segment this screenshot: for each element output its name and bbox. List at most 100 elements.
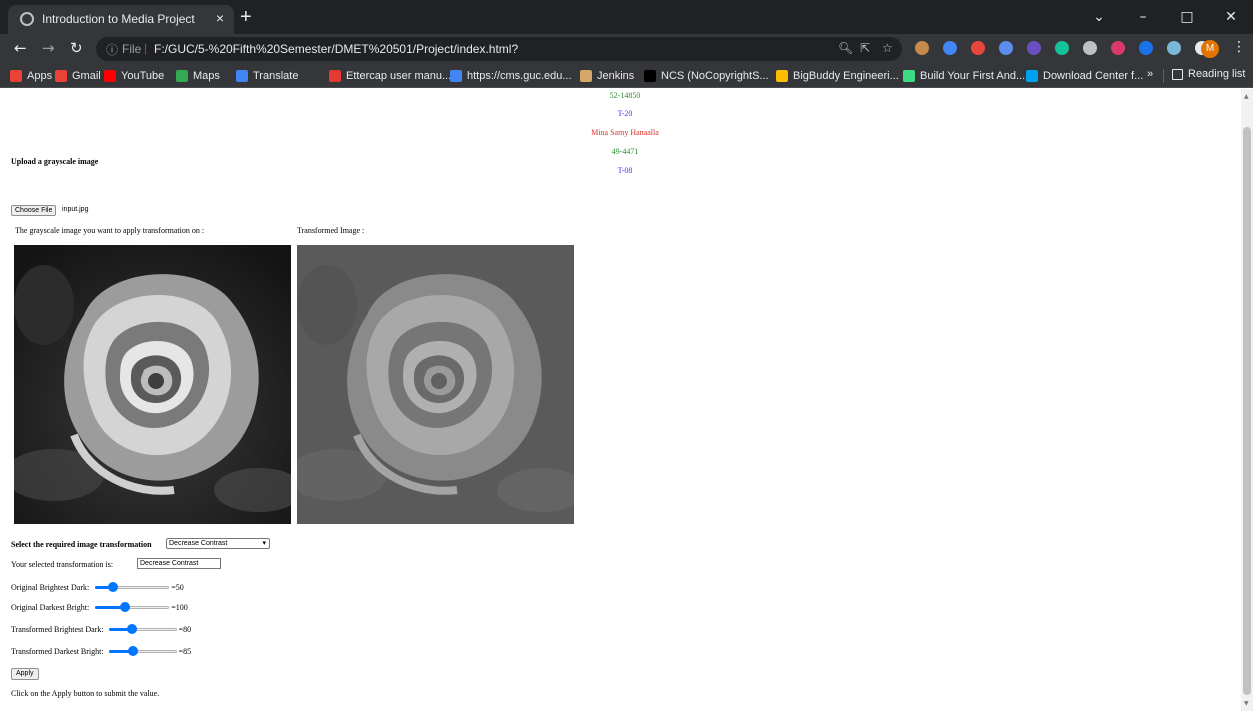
bookmark-jenkins[interactable]: Jenkins xyxy=(580,68,634,84)
bookmark-apps[interactable]: Apps xyxy=(10,68,52,84)
transformed-rose-image xyxy=(297,245,574,524)
student-info-line: T-08 xyxy=(617,166,633,175)
scroll-up-arrow-icon[interactable]: ▲ xyxy=(1244,93,1249,100)
close-tab-icon[interactable]: × xyxy=(216,10,224,26)
transformed-brightest-dark-slider[interactable] xyxy=(108,623,177,635)
info-icon[interactable]: ⓘ xyxy=(106,41,118,58)
tab-search-icon[interactable]: ⌄ xyxy=(1077,9,1121,25)
maximize-icon[interactable]: □ xyxy=(1165,9,1209,25)
slider-knob[interactable] xyxy=(127,646,138,656)
reading-list-icon xyxy=(1172,68,1183,80)
choose-file-button[interactable]: Choose File xyxy=(11,205,57,216)
slider-knob[interactable] xyxy=(107,582,118,592)
bookmark-cms[interactable]: https://cms.guc.edu... xyxy=(450,68,572,84)
slider-value: =100 xyxy=(171,602,188,612)
new-tab-button[interactable]: + xyxy=(240,5,252,29)
bookmark-label: Translate xyxy=(253,70,299,82)
transformed-darkest-bright-slider[interactable] xyxy=(108,645,177,657)
share-icon[interactable]: ⇱ xyxy=(860,41,870,55)
more-bookmarks-chevron-icon[interactable]: » xyxy=(1147,68,1153,80)
check-extension-icon[interactable] xyxy=(1083,41,1097,55)
bookmark-label: Gmail xyxy=(72,70,101,82)
bookmark-ncs[interactable]: NCS (NoCopyrightS... xyxy=(644,68,769,84)
bookmark-label: Apps xyxy=(27,70,53,82)
cookie-extension-icon[interactable] xyxy=(915,41,929,55)
transformation-select[interactable]: Decrease Contrast ▾ xyxy=(166,538,270,549)
browser-tab-strip: Introduction to Media Project × + ⌄ – □ … xyxy=(0,0,1253,34)
translate-icon xyxy=(236,70,248,82)
k-extension-icon[interactable] xyxy=(1111,41,1125,55)
profile-avatar[interactable]: M xyxy=(1201,40,1219,58)
bookmark-android[interactable]: Build Your First And... xyxy=(903,68,1025,84)
rose-picture xyxy=(14,245,291,524)
zoom-icon[interactable]: 🔍︎ xyxy=(838,41,853,55)
slider-row-transformed-brightest-dark: Transformed Brightest Dark: =80 xyxy=(11,623,191,635)
original-brightest-dark-slider[interactable] xyxy=(95,581,170,593)
address-bar[interactable]: ⓘ File | F:/GUC/5-%20Fifth%20Semester/DM… xyxy=(96,37,902,61)
original-rose-image xyxy=(14,245,291,524)
reading-list-button[interactable]: Reading list xyxy=(1172,68,1245,80)
scrollbar-thumb[interactable] xyxy=(1243,127,1251,695)
search-extension-icon[interactable] xyxy=(943,41,957,55)
forward-icon[interactable]: → xyxy=(42,39,55,57)
student-info-line: 52-14850 xyxy=(609,91,641,100)
page-scrollbar[interactable]: ▲ ▼ xyxy=(1241,89,1253,711)
translate-extension-icon[interactable] xyxy=(1139,41,1153,55)
url-scheme: File xyxy=(122,42,142,56)
more-menu-icon[interactable]: ⋮ xyxy=(1232,39,1246,55)
original-image-caption: The grayscale image you want to apply tr… xyxy=(15,226,205,235)
bookmark-bigbuddy[interactable]: BigBuddy Engineeri... xyxy=(776,68,899,84)
bookmark-star-icon[interactable]: ☆ xyxy=(882,41,893,55)
original-darkest-bright-slider[interactable] xyxy=(95,601,170,613)
browser-tab[interactable]: Introduction to Media Project × xyxy=(8,5,234,34)
page-viewport: 52-14850 T-20 Mina Samy Hanaalla 49-4471… xyxy=(0,89,1241,711)
bookmark-download-center[interactable]: Download Center f... xyxy=(1026,68,1143,84)
minimize-icon[interactable]: – xyxy=(1121,9,1165,25)
transformed-image-caption: Transformed Image : xyxy=(297,226,365,235)
selected-transformation-label: Your selected transformation is: xyxy=(11,560,114,569)
scroll-down-arrow-icon[interactable]: ▼ xyxy=(1244,700,1249,707)
jenkins-icon xyxy=(580,70,592,82)
transformation-select-value: Decrease Contrast xyxy=(169,540,228,547)
selected-transformation-field[interactable]: Decrease Contrast xyxy=(137,558,221,569)
bookmark-gmail[interactable]: Gmail xyxy=(55,68,101,84)
upload-heading: Upload a grayscale image xyxy=(11,157,99,166)
bookmark-label: YouTube xyxy=(121,70,165,82)
bookmark-label: NCS (NoCopyrightS... xyxy=(661,70,769,82)
close-window-icon[interactable]: ✕ xyxy=(1209,9,1253,25)
bookmark-label: Jenkins xyxy=(597,70,635,82)
slider-knob[interactable] xyxy=(120,602,131,612)
screen-extension-icon[interactable] xyxy=(999,41,1013,55)
bookmark-youtube[interactable]: YouTube xyxy=(104,68,164,84)
url-text[interactable]: F:/GUC/5-%20Fifth%20Semester/DMET%20501/… xyxy=(154,42,518,56)
bookmark-label: BigBuddy Engineeri... xyxy=(793,70,899,82)
bookmark-maps[interactable]: Maps xyxy=(176,68,220,84)
bookmark-ettercap[interactable]: Ettercap user manu... xyxy=(329,68,451,84)
grammarly-extension-icon[interactable] xyxy=(1055,41,1069,55)
apps-grid-icon xyxy=(10,70,22,82)
reading-list-label: Reading list xyxy=(1188,68,1246,80)
download-center-icon xyxy=(1026,70,1038,82)
bookmarks-divider xyxy=(1163,69,1164,83)
student-info-line: 49-4471 xyxy=(611,147,639,156)
slider-value: =85 xyxy=(178,646,192,656)
back-icon[interactable]: ← xyxy=(14,39,27,57)
student-info-line: Mina Samy Hanaalla xyxy=(591,128,659,137)
bookmark-label: Ettercap user manu... xyxy=(346,70,452,82)
bookmark-label: https://cms.guc.edu... xyxy=(467,70,572,82)
maps-icon xyxy=(176,70,188,82)
slider-label: Transformed Brightest Dark: xyxy=(11,624,104,634)
bookmark-translate[interactable]: Translate xyxy=(236,68,298,84)
slider-row-original-brightest-dark: Original Brightest Dark: =50 xyxy=(11,581,184,593)
drop-extension-icon[interactable] xyxy=(1167,41,1181,55)
reload-icon[interactable]: ↻ xyxy=(70,39,83,57)
window-controls: ⌄ – □ ✕ xyxy=(1077,0,1253,34)
gem-extension-icon[interactable] xyxy=(1027,41,1041,55)
slider-knob[interactable] xyxy=(126,624,137,634)
bookmark-label: Build Your First And... xyxy=(920,70,1026,82)
extensions-area xyxy=(915,41,1209,55)
slider-value: =50 xyxy=(171,582,184,592)
clipper-extension-icon[interactable] xyxy=(971,41,985,55)
drive-icon xyxy=(776,70,788,82)
apply-button[interactable]: Apply xyxy=(11,668,39,680)
